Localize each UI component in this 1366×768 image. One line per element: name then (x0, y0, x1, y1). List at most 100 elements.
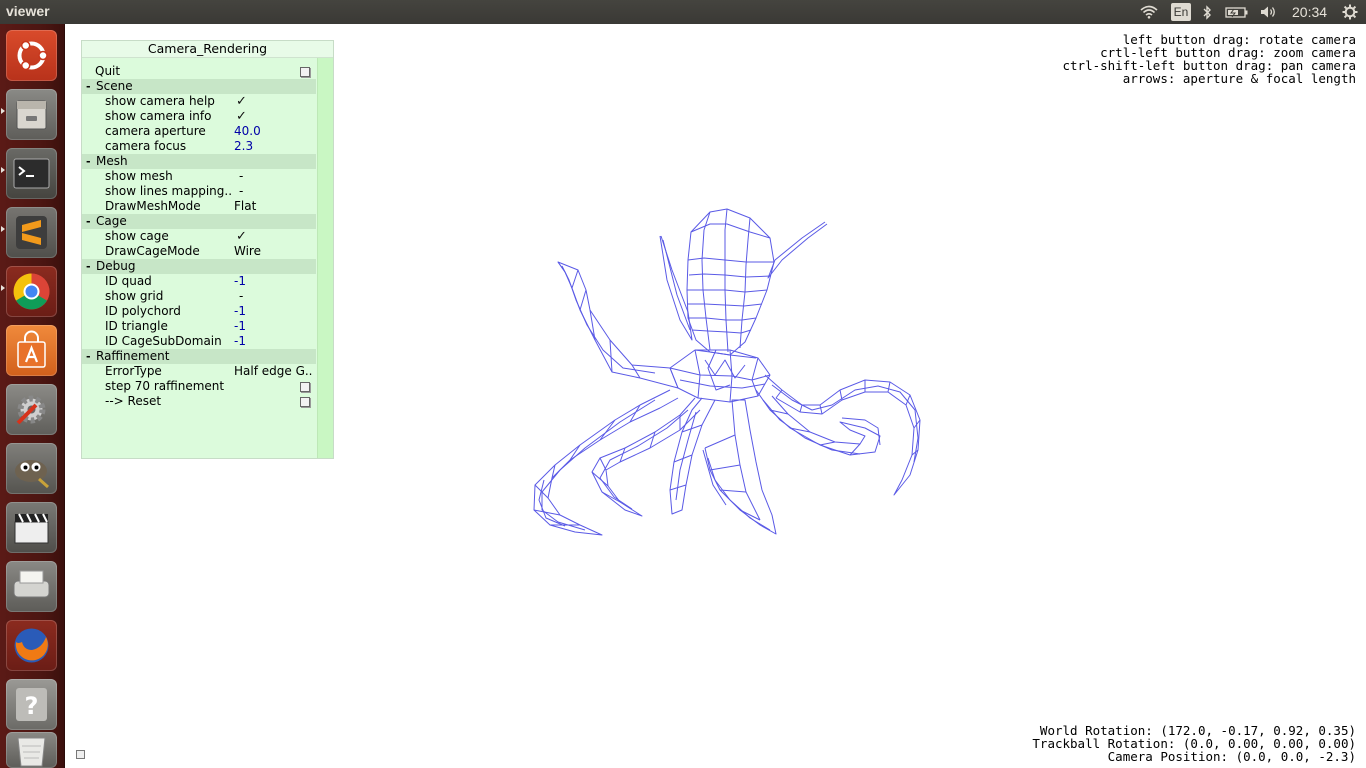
group-debug[interactable]: - Debug (82, 259, 316, 274)
step-raffinement-row[interactable]: step 70 raffinement (82, 379, 316, 394)
collapse-icon[interactable]: - (86, 154, 91, 169)
field-label: show camera help (105, 94, 215, 108)
group-raffinement[interactable]: - Raffinement (82, 349, 316, 364)
wifi-icon[interactable] (1139, 0, 1159, 24)
checkmark-icon[interactable]: ✓ (236, 229, 247, 244)
launcher-item-software-center[interactable] (6, 325, 57, 376)
terminal-icon (13, 158, 50, 189)
draw-mesh-mode-row[interactable]: DrawMeshMode Flat (82, 199, 316, 214)
launcher-item-terminal[interactable] (6, 148, 57, 199)
step-raffinement-button[interactable] (300, 382, 310, 392)
running-indicator (1, 226, 5, 232)
id-polychord-row[interactable]: ID polychord -1 (82, 304, 316, 319)
error-type-row[interactable]: ErrorType Half edge G.. (82, 364, 316, 379)
show-lines-mapping-row[interactable]: show lines mapping.. - (82, 184, 316, 199)
field-label: camera focus (105, 139, 187, 153)
power-gear-icon[interactable] (1340, 0, 1360, 24)
checkmark-icon[interactable]: ✓ (236, 109, 247, 124)
show-grid-row[interactable]: show grid - (82, 289, 316, 304)
camera-focus-row[interactable]: camera focus 2.3 (82, 139, 316, 154)
reset-row[interactable]: --> Reset (82, 394, 316, 409)
reset-button[interactable] (300, 397, 310, 407)
collapse-icon[interactable]: - (86, 259, 91, 274)
sublime-text-icon (16, 216, 47, 249)
gimp-icon (15, 460, 49, 489)
launcher-item-trash[interactable] (6, 732, 57, 768)
volume-icon[interactable] (1258, 0, 1280, 24)
error-type-select[interactable]: Half edge G.. (234, 364, 313, 379)
group-scene[interactable]: - Scene (82, 79, 316, 94)
checkmark-icon[interactable]: ✓ (236, 94, 247, 109)
draw-cage-mode-row[interactable]: DrawCageMode Wire (82, 244, 316, 259)
id-cage-subdomain-row[interactable]: ID CageSubDomain -1 (82, 334, 316, 349)
camera-aperture-row[interactable]: camera aperture 40.0 (82, 124, 316, 139)
launcher-item-gimp[interactable] (6, 443, 57, 494)
panel-iconify-icon[interactable] (76, 750, 85, 759)
bluetooth-icon[interactable] (1200, 0, 1214, 24)
launcher-item-sublime[interactable] (6, 207, 57, 258)
camera-info-text: World Rotation: (172.0, -0.17, 0.92, 0.3… (1032, 724, 1356, 763)
trash-icon (17, 737, 46, 767)
id-quad-field[interactable]: -1 (234, 274, 246, 289)
panel-scrollbar[interactable] (317, 58, 333, 458)
group-label: Cage (96, 214, 127, 228)
draw-cage-mode-select[interactable]: Wire (234, 244, 261, 259)
show-mesh-row[interactable]: show mesh - (82, 169, 316, 184)
help-line: arrows: aperture & focal length (1122, 71, 1356, 86)
field-label: ID polychord (105, 304, 181, 318)
quit-button[interactable] (300, 67, 310, 77)
group-label: Debug (96, 259, 136, 273)
draw-mesh-mode-select[interactable]: Flat (234, 199, 256, 214)
launcher-item-chrome[interactable] (6, 266, 57, 317)
collapse-icon[interactable]: - (86, 79, 91, 94)
field-label: ID triangle (105, 319, 168, 333)
shopping-bag-icon (17, 330, 46, 368)
collapse-icon[interactable]: - (86, 214, 91, 229)
viewport-wireframe[interactable] (520, 200, 940, 550)
clapperboard-icon (14, 513, 49, 544)
panel-title[interactable]: Camera_Rendering (82, 41, 333, 58)
show-grid-toggle[interactable]: - (239, 289, 243, 304)
field-label: show cage (105, 229, 169, 243)
field-label: DrawCageMode (105, 244, 200, 258)
keyboard-layout-indicator[interactable]: En (1171, 3, 1191, 21)
launcher-item-firefox[interactable] (6, 620, 57, 671)
field-label: ID CageSubDomain (105, 334, 222, 348)
id-triangle-row[interactable]: ID triangle -1 (82, 319, 316, 334)
show-mesh-toggle[interactable]: - (239, 169, 243, 184)
running-indicator (1, 108, 5, 114)
quit-row[interactable]: Quit (82, 64, 316, 79)
field-label: show camera info (105, 109, 212, 123)
collapse-icon[interactable]: - (86, 349, 91, 364)
launcher-item-files[interactable] (6, 89, 57, 140)
chrome-icon (13, 273, 50, 310)
group-mesh[interactable]: - Mesh (82, 154, 316, 169)
id-triangle-field[interactable]: -1 (234, 319, 246, 334)
group-cage[interactable]: - Cage (82, 214, 316, 229)
clock[interactable]: 20:34 (1292, 4, 1327, 20)
battery-icon[interactable] (1224, 0, 1250, 24)
id-quad-row[interactable]: ID quad -1 (82, 274, 316, 289)
show-camera-help-row[interactable]: show camera help ✓ (82, 94, 316, 109)
scanner-icon (13, 570, 50, 598)
camera-aperture-field[interactable]: 40.0 (234, 124, 261, 139)
field-label: show lines mapping.. (105, 184, 233, 198)
group-label: Mesh (96, 154, 128, 168)
launcher-item-dash[interactable] (6, 30, 57, 81)
id-cage-subdomain-field[interactable]: -1 (234, 334, 246, 349)
launcher-item-scanner[interactable] (6, 561, 57, 612)
gear-wrench-icon (16, 395, 46, 425)
show-cage-row[interactable]: show cage ✓ (82, 229, 316, 244)
launcher-item-settings[interactable] (6, 384, 57, 435)
show-lines-mapping-toggle[interactable]: - (239, 184, 243, 199)
field-label: ID quad (105, 274, 152, 288)
show-camera-info-row[interactable]: show camera info ✓ (82, 109, 316, 124)
field-label: ErrorType (105, 364, 162, 378)
field-label: camera aperture (105, 124, 206, 138)
svg-text:?: ? (25, 692, 39, 720)
launcher-item-video[interactable] (6, 502, 57, 553)
launcher-item-help[interactable]: ? (6, 679, 57, 730)
camera-focus-field[interactable]: 2.3 (234, 139, 253, 154)
question-icon: ? (16, 688, 47, 721)
id-polychord-field[interactable]: -1 (234, 304, 246, 319)
